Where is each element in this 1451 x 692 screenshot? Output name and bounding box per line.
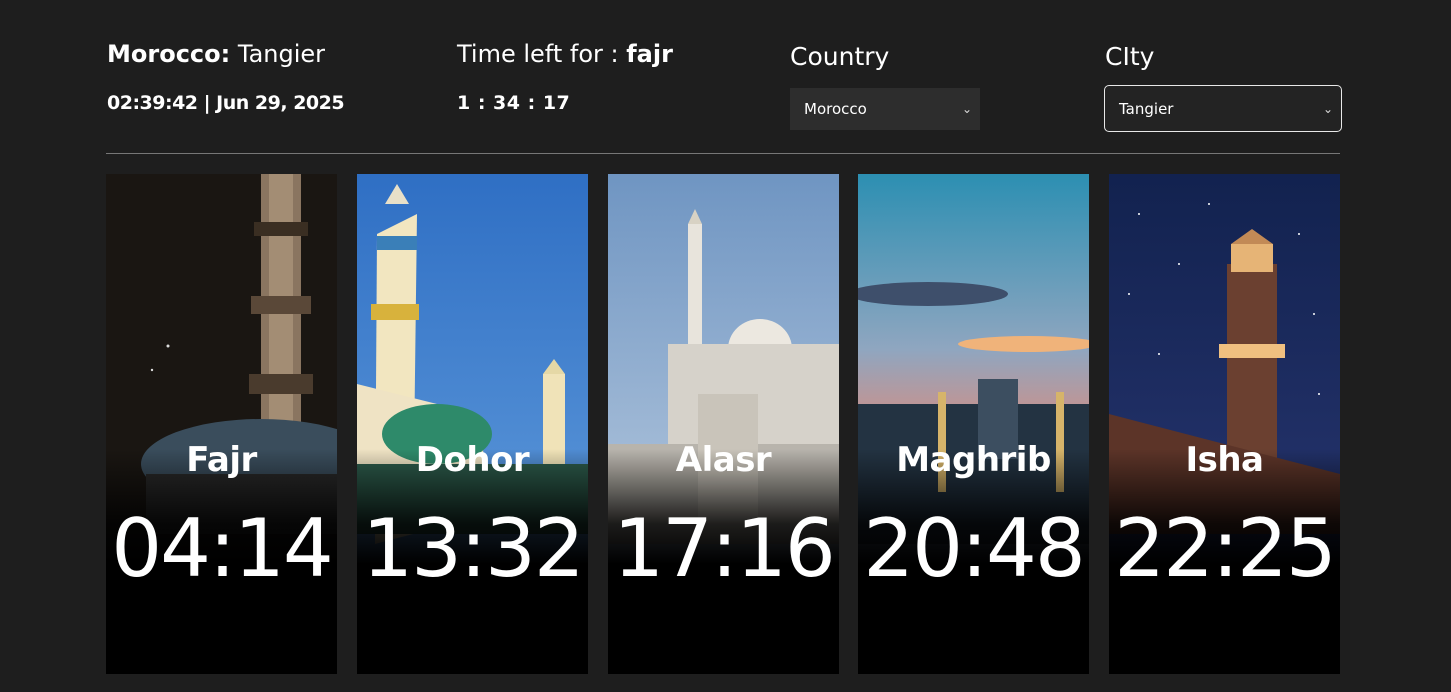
prayer-name: Fajr [186,440,257,480]
prayer-card-isha: Isha 22:25 [1109,174,1340,674]
country-select[interactable]: Morocco ⌄ [790,88,980,130]
prayer-time: 20:48 [863,502,1086,595]
location-info: Morocco: Tangier 02:39:42 | Jun 29, 2025 [107,38,345,114]
card-shade [357,174,588,674]
city-select[interactable]: Tangier ⌄ [1104,85,1342,132]
country-name: Morocco: [107,40,231,68]
time-left-prefix: Time left for : [457,40,619,68]
countdown: 1 : 34 : 17 [457,92,571,114]
location-title: Morocco: Tangier [107,38,344,70]
prayer-time: 04:14 [111,502,334,595]
city-select-value: Tangier [1119,99,1174,118]
prayer-time: 13:32 [362,502,585,595]
prayer-times-page: Morocco: Tangier 02:39:42 | Jun 29, 2025… [0,0,1451,692]
prayer-name: Alasr [675,440,772,480]
prayer-card-fajr: Fajr 04:14 [106,174,337,674]
chevron-down-icon: ⌄ [1322,101,1333,116]
prayer-card-alasr: Alasr 17:16 [608,174,839,674]
prayer-time: 22:25 [1114,502,1337,595]
next-prayer-info: Time left for : fajr 1 : 34 : 17 [457,38,673,114]
city-name: Tangier [237,40,326,68]
card-shade [858,174,1089,674]
time-left-title: Time left for : fajr [457,38,673,70]
header-divider [106,153,1340,154]
card-shade [1109,174,1340,674]
prayer-name: Isha [1185,440,1264,480]
prayer-name: Dohor [415,440,530,480]
current-datetime: 02:39:42 | Jun 29, 2025 [107,92,345,114]
country-label: Country [790,42,890,71]
card-shade [608,174,839,674]
next-prayer-name: fajr [626,40,673,68]
card-shade [106,174,337,674]
country-select-value: Morocco [804,100,867,118]
prayer-name: Maghrib [896,440,1051,480]
prayer-card-maghrib: Maghrib 20:48 [858,174,1089,674]
city-label: CIty [1105,42,1155,71]
prayer-time: 17:16 [613,502,836,595]
prayer-card-dohor: Dohor 13:32 [357,174,588,674]
chevron-down-icon: ⌄ [961,102,972,116]
